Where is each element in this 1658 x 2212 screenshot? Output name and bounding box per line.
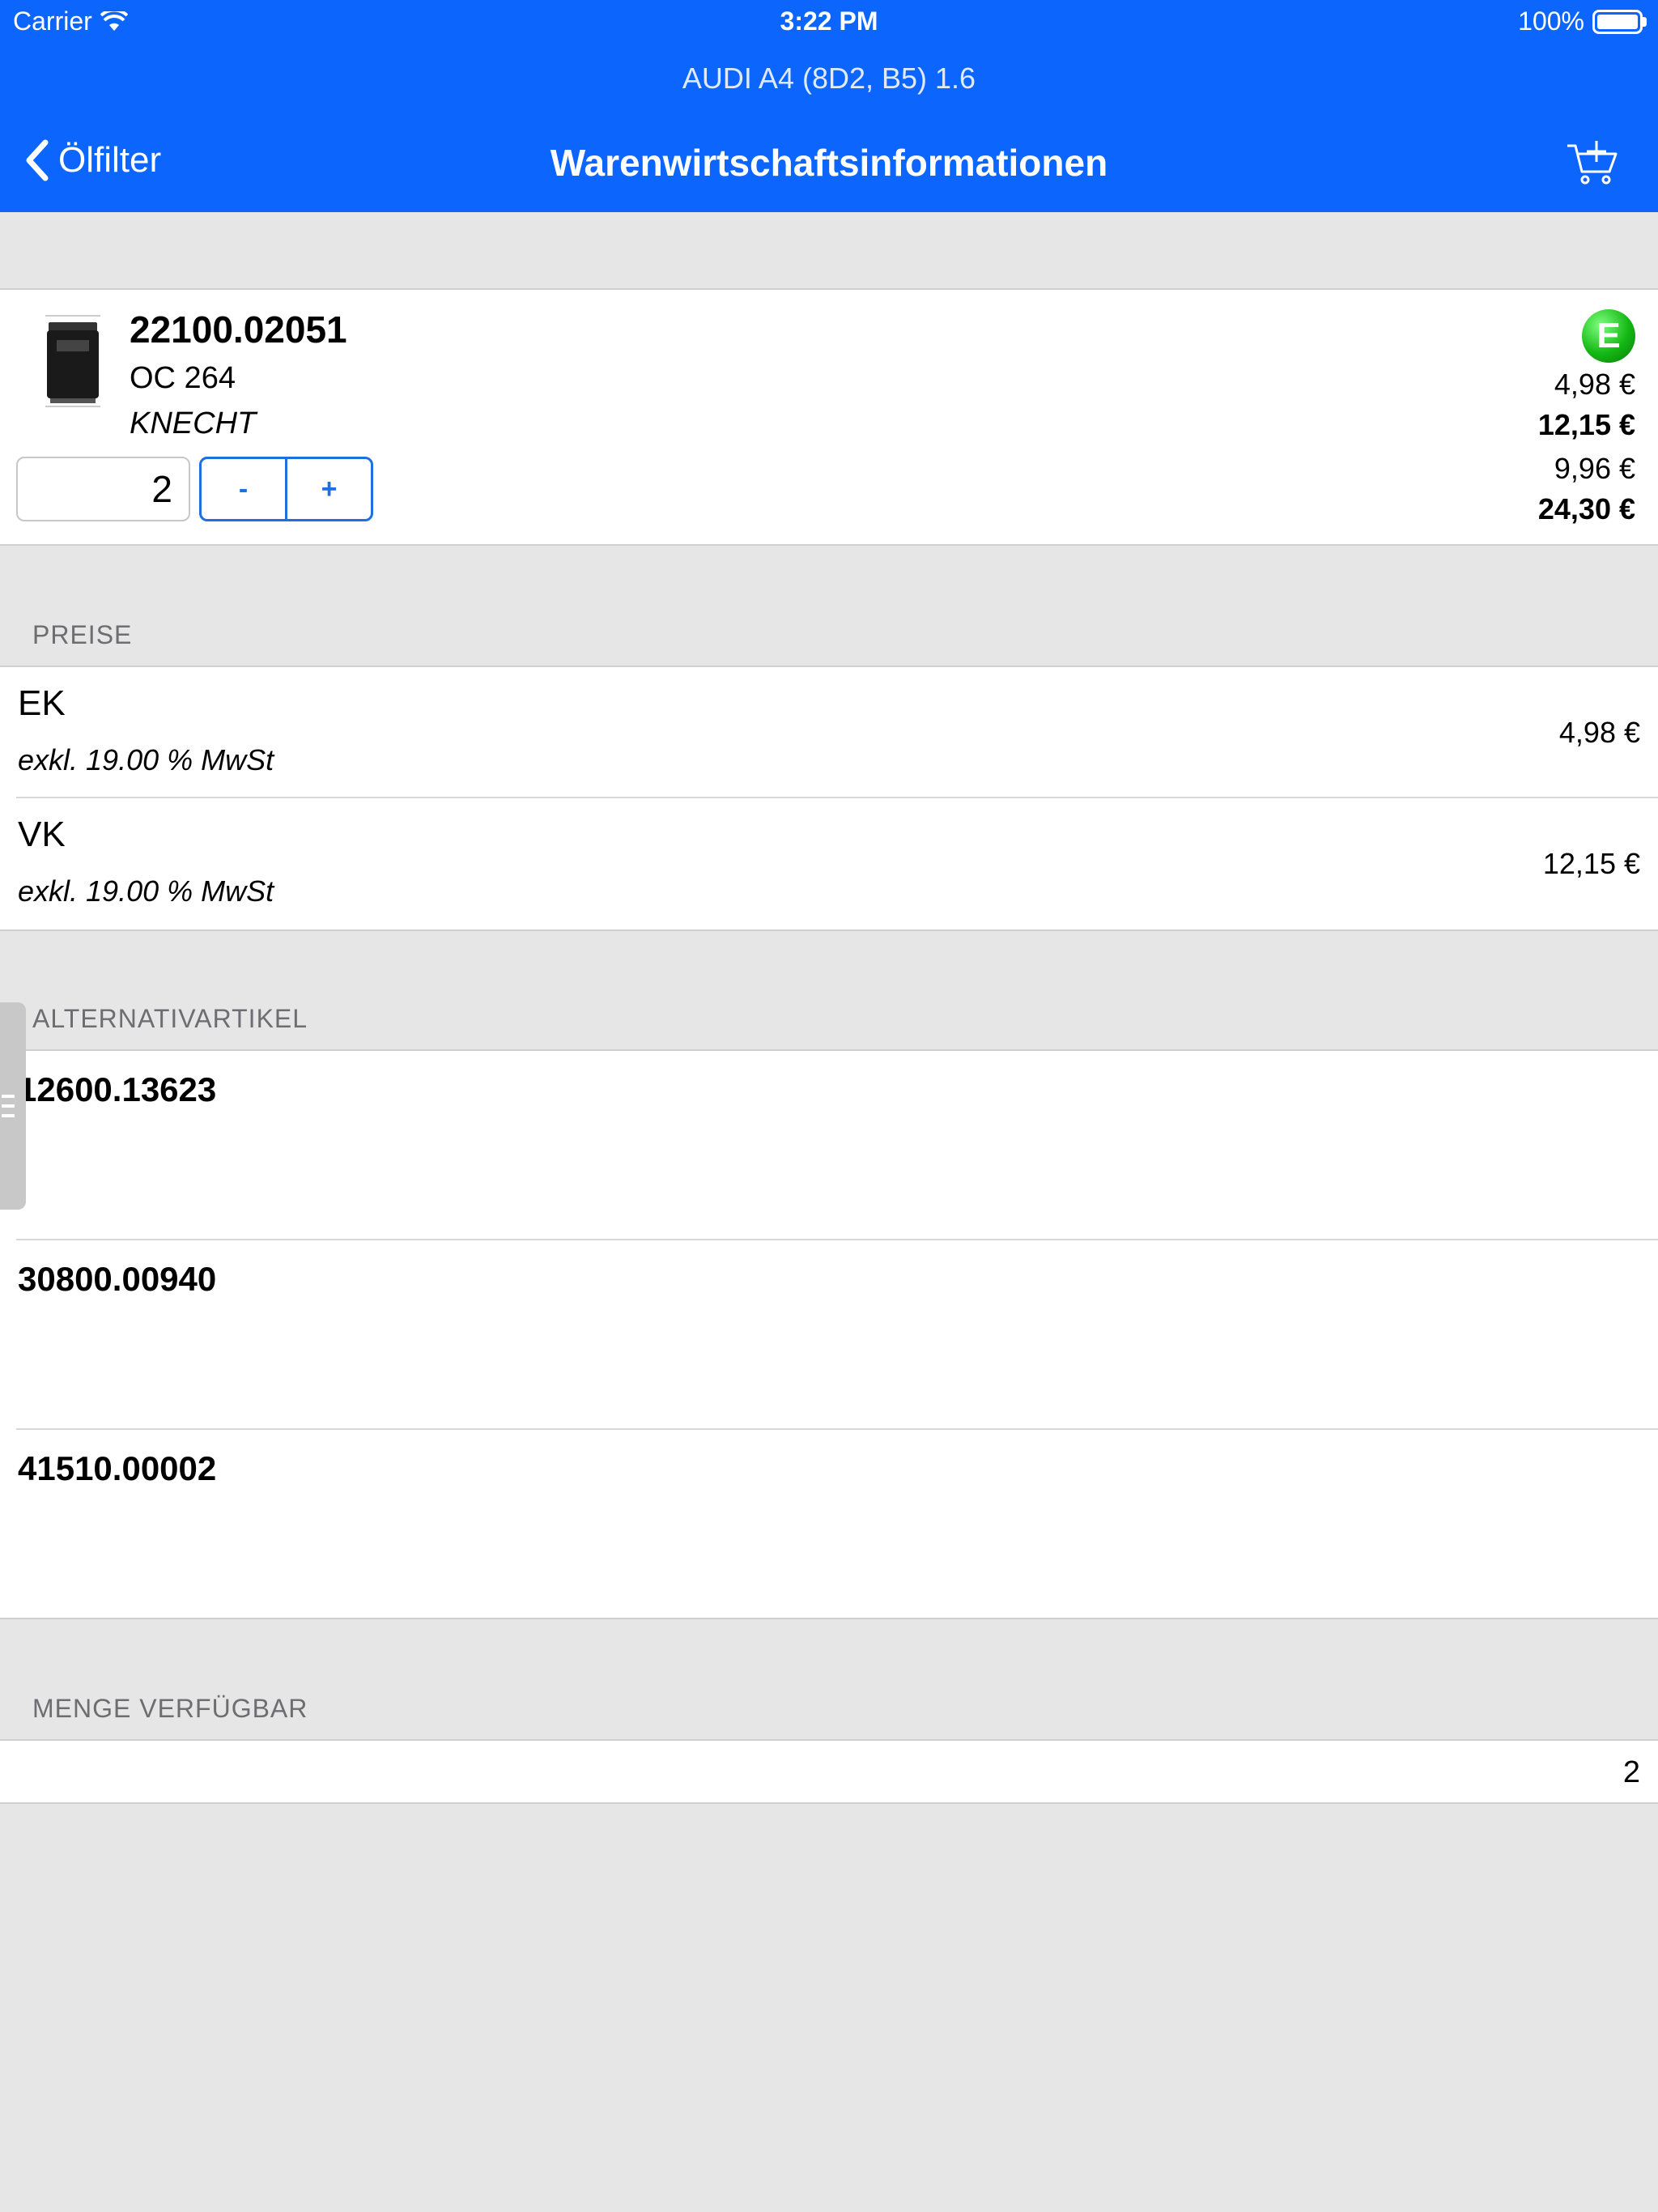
total-price-vk: 24,30 €: [1537, 492, 1635, 525]
price-tax-note: exkl. 19.00 % MwSt: [18, 874, 274, 908]
unit-price-ek: 4,98 €: [1554, 368, 1635, 401]
price-value: 12,15 €: [1542, 847, 1640, 880]
page-title: Warenwirtschaftsinformationen: [550, 142, 1108, 184]
section-header-preise: PREISE: [32, 620, 133, 649]
alternative-article-number: 30800.00940: [18, 1260, 217, 1298]
price-label: VK: [18, 815, 66, 854]
quantity-input[interactable]: 2: [16, 457, 190, 521]
side-drawer-handle[interactable]: [0, 1002, 26, 1210]
navigation-header: Carrier 3:22 PM 100% AUDI A4 (8D2, B5) 1…: [0, 0, 1658, 212]
quantity-stepper[interactable]: - +: [199, 457, 373, 521]
alternative-article-number: 12600.13623: [18, 1070, 217, 1108]
price-label: EK: [18, 683, 66, 723]
price-summary: 4,98 € 12,15 € 9,96 € 24,30 €: [1538, 364, 1635, 530]
alternative-article-number: 41510.00002: [18, 1449, 217, 1487]
oil-filter-image: [45, 315, 100, 407]
vehicle-subtitle: AUDI A4 (8D2, B5) 1.6: [682, 62, 976, 95]
list-item[interactable]: 30800.00940: [16, 1240, 1658, 1430]
price-row-vk: VK exkl. 19.00 % MwSt 12,15 €: [16, 798, 1658, 929]
price-tax-note: exkl. 19.00 % MwSt: [18, 743, 274, 776]
product-card[interactable]: 22100.02051 OC 264 KNECHT 2 - + E 4,98 €…: [0, 288, 1658, 546]
price-row-ek: EK exkl. 19.00 % MwSt 4,98 €: [16, 667, 1658, 798]
decrement-button[interactable]: -: [202, 459, 285, 519]
clock: 3:22 PM: [780, 6, 878, 36]
section-header-alternativartikel: ALTERNATIVARTIKEL: [32, 1004, 308, 1033]
increment-button[interactable]: +: [285, 459, 371, 519]
unit-price-vk: 12,15 €: [1537, 408, 1635, 441]
list-item[interactable]: 41510.00002: [16, 1430, 1658, 1618]
availability-badge: E: [1582, 309, 1635, 363]
product-number: 22100.02051: [130, 308, 347, 351]
add-to-cart-icon[interactable]: [1566, 139, 1622, 185]
quantity-available-row: 2: [0, 1739, 1658, 1804]
battery-icon: [1592, 9, 1643, 34]
list-item[interactable]: 12600.13623: [16, 1051, 1658, 1240]
battery-percent: 100%: [1518, 6, 1584, 36]
total-price-ek: 9,96 €: [1554, 452, 1635, 485]
menu-icon: [2, 1095, 15, 1117]
status-bar: Carrier 3:22 PM 100%: [0, 0, 1658, 45]
section-header-menge: MENGE VERFÜGBAR: [32, 1694, 308, 1723]
battery-indicator: 100%: [1518, 6, 1647, 36]
alternative-articles-list: 12600.13623 30800.00940 41510.00002: [0, 1049, 1658, 1619]
product-code: OC 264: [130, 361, 236, 395]
price-value: 4,98 €: [1558, 716, 1640, 749]
quantity-available-value: 2: [1622, 1755, 1640, 1789]
prices-group: EK exkl. 19.00 % MwSt 4,98 € VK exkl. 19…: [0, 666, 1658, 931]
product-brand: KNECHT: [130, 406, 257, 440]
